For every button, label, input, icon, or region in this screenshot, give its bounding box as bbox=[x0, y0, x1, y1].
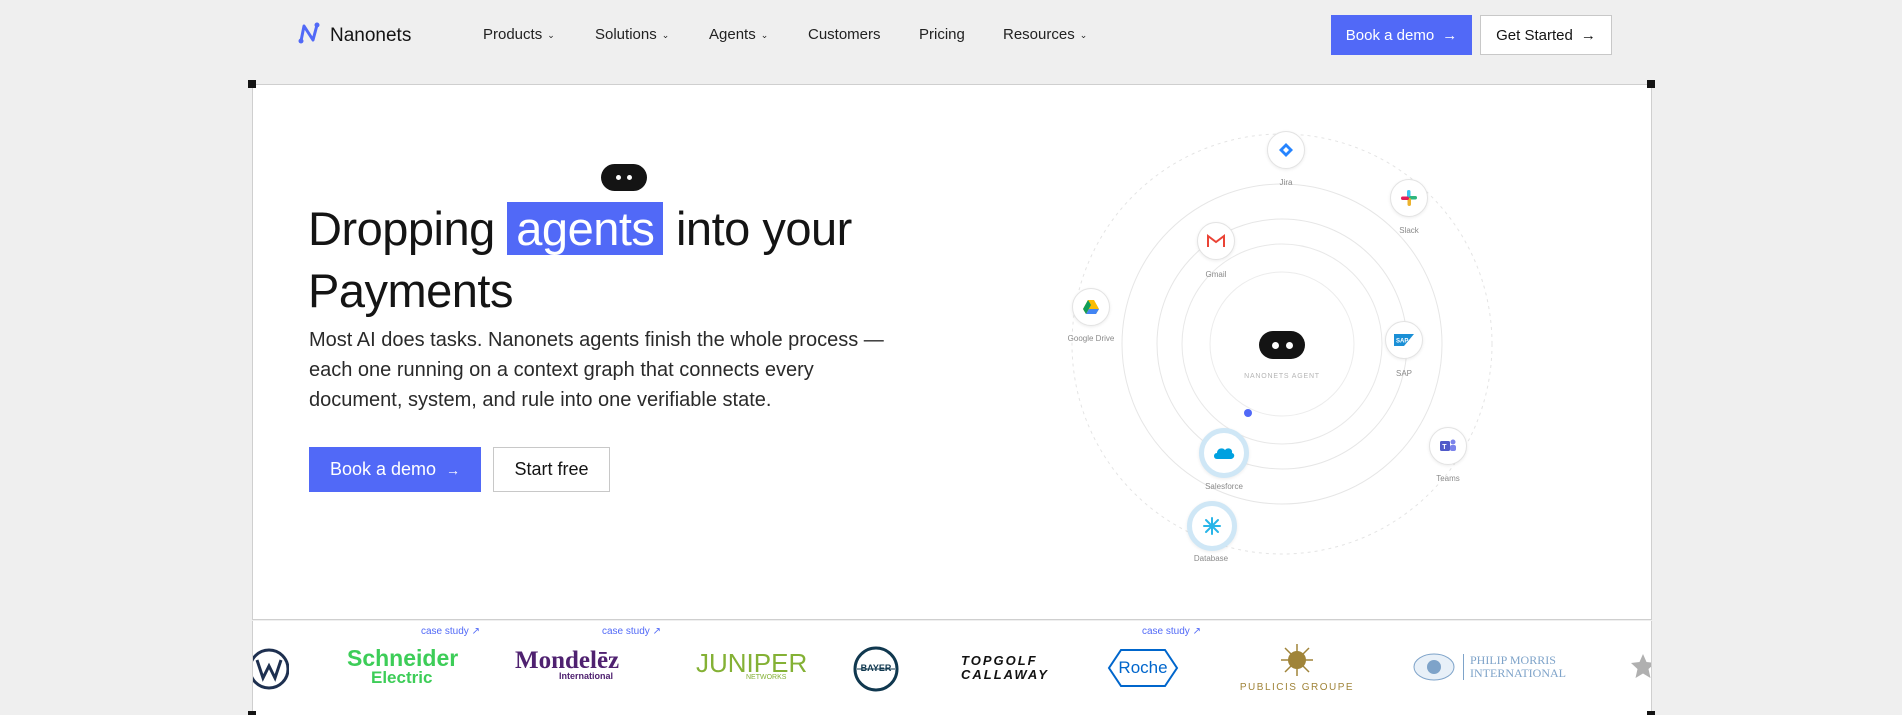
chevron-down-icon: ⌄ bbox=[760, 30, 769, 40]
philip-morris-logo: PHILIP MORRIS INTERNATIONAL bbox=[1411, 651, 1566, 683]
title-text: Payments bbox=[308, 264, 513, 317]
resize-handle[interactable] bbox=[1647, 80, 1655, 88]
brand-name: Roche bbox=[1118, 658, 1168, 677]
menu-customers[interactable]: Customers bbox=[808, 26, 919, 43]
nanonets-logo-icon bbox=[296, 20, 322, 51]
roche-logo: Roche bbox=[1107, 648, 1179, 693]
top-navigation: Nanonets Products ⌄ Solutions ⌄ Agents ⌄ Cu… bbox=[0, 0, 1902, 70]
google-drive-icon[interactable] bbox=[1072, 288, 1110, 326]
slack-icon[interactable] bbox=[1390, 179, 1428, 217]
main-menu: Products ⌄ Solutions ⌄ Agents ⌄ Customers P… bbox=[483, 26, 1103, 43]
hero-title: Dropping agents into your Payments bbox=[308, 198, 1008, 322]
resize-handle[interactable] bbox=[248, 711, 256, 715]
menu-label: Agents bbox=[709, 26, 756, 43]
nav-book-demo-button[interactable]: Book a demo → bbox=[1331, 15, 1472, 55]
brand-name: Electric bbox=[371, 668, 433, 687]
button-label: Get Started bbox=[1496, 26, 1573, 44]
brand-logo[interactable]: Nanonets bbox=[296, 20, 411, 51]
brand-name: JUNIPER bbox=[696, 648, 808, 678]
title-text: Dropping bbox=[308, 202, 495, 255]
integration-label: SAP bbox=[1395, 369, 1412, 378]
customer-logos-strip: case study ↗ Schneider Electric case stu… bbox=[252, 621, 1652, 715]
brand-name: PUBLICIS GROUPE bbox=[1239, 682, 1355, 693]
menu-label: Products bbox=[483, 26, 543, 43]
button-label: Book a demo bbox=[329, 459, 437, 479]
menu-agents[interactable]: Agents ⌄ bbox=[709, 26, 808, 43]
arrow-right-icon: → bbox=[1580, 26, 1596, 44]
integration-label: Database bbox=[1193, 554, 1229, 563]
jira-icon[interactable] bbox=[1267, 131, 1305, 169]
title-highlight: agents bbox=[507, 202, 664, 255]
nav-get-started-button[interactable]: Get Started → bbox=[1480, 15, 1612, 55]
topgolf-callaway-logo: TOPGOLF CALLAWAY bbox=[961, 654, 1049, 682]
teams-icon[interactable]: T bbox=[1429, 427, 1467, 465]
database-icon[interactable] bbox=[1187, 501, 1237, 551]
juniper-logo: JUNIPER NETWORKS bbox=[696, 648, 808, 682]
menu-label: Resources bbox=[1003, 26, 1075, 43]
menu-label: Pricing bbox=[919, 26, 965, 43]
button-label: Book a demo bbox=[1345, 26, 1435, 44]
integration-label: Jira bbox=[1279, 178, 1293, 187]
brand-name: Nanonets bbox=[330, 24, 412, 46]
resize-handle[interactable] bbox=[1647, 711, 1655, 715]
arrow-right-icon: → bbox=[1442, 26, 1458, 44]
title-text: into your bbox=[675, 202, 852, 255]
menu-resources[interactable]: Resources ⌄ bbox=[1003, 26, 1103, 43]
menu-label: Customers bbox=[808, 26, 881, 43]
salesforce-icon[interactable] bbox=[1199, 428, 1249, 478]
integration-label: Gmail bbox=[1205, 270, 1227, 279]
schneider-electric-logo: Schneider Electric bbox=[347, 645, 459, 688]
volkswagen-logo bbox=[253, 648, 290, 695]
button-label: Start free bbox=[514, 459, 589, 479]
bayer-logo: BAYER bbox=[853, 646, 899, 697]
gmail-icon[interactable] bbox=[1197, 222, 1235, 260]
chevron-down-icon: ⌄ bbox=[1079, 30, 1088, 40]
integration-label: Teams bbox=[1436, 474, 1460, 483]
center-label: NANONETS AGENT bbox=[1244, 373, 1320, 380]
case-study-link[interactable]: case study ↗ bbox=[602, 626, 661, 637]
integration-label: Google Drive bbox=[1067, 334, 1115, 343]
svg-text:T: T bbox=[1442, 444, 1447, 451]
resize-handle[interactable] bbox=[248, 80, 256, 88]
mondelez-logo: Mondelēz International bbox=[515, 647, 620, 681]
svg-text:SAP: SAP bbox=[1396, 339, 1408, 345]
nanonets-agent-icon bbox=[1259, 331, 1305, 359]
menu-solutions[interactable]: Solutions ⌄ bbox=[595, 26, 709, 43]
menu-label: Solutions bbox=[595, 26, 657, 43]
hero-start-free-button[interactable]: Start free bbox=[493, 447, 610, 492]
integration-label: Salesforce bbox=[1205, 482, 1243, 491]
robot-face-icon bbox=[601, 164, 647, 191]
arrow-right-icon: → bbox=[446, 461, 461, 478]
chevron-down-icon: ⌄ bbox=[661, 30, 670, 40]
sap-icon[interactable]: SAP bbox=[1385, 321, 1423, 359]
case-study-link[interactable]: case study ↗ bbox=[421, 626, 480, 637]
star-logo bbox=[1629, 652, 1651, 685]
brand-name: CALLAWAY bbox=[961, 667, 1049, 682]
chevron-down-icon: ⌄ bbox=[547, 30, 555, 40]
publicis-groupe-logo: PUBLICIS GROUPE bbox=[1235, 643, 1359, 693]
brand-name: INTERNATIONAL bbox=[1470, 666, 1566, 680]
hero-book-demo-button[interactable]: Book a demo → bbox=[309, 447, 481, 492]
menu-products[interactable]: Products ⌄ bbox=[483, 26, 595, 43]
menu-pricing[interactable]: Pricing bbox=[919, 26, 1003, 43]
case-study-link[interactable]: case study ↗ bbox=[1142, 626, 1201, 637]
brand-name: BAYER bbox=[860, 663, 892, 673]
brand-name: Schneider bbox=[347, 645, 459, 671]
hero-subtitle: Most AI does tasks. Nanonets agents fini… bbox=[309, 329, 884, 411]
brand-name: TOPGOLF bbox=[961, 653, 1038, 668]
brand-name: Mondelēz bbox=[515, 647, 620, 674]
integration-label: Slack bbox=[1399, 226, 1419, 235]
